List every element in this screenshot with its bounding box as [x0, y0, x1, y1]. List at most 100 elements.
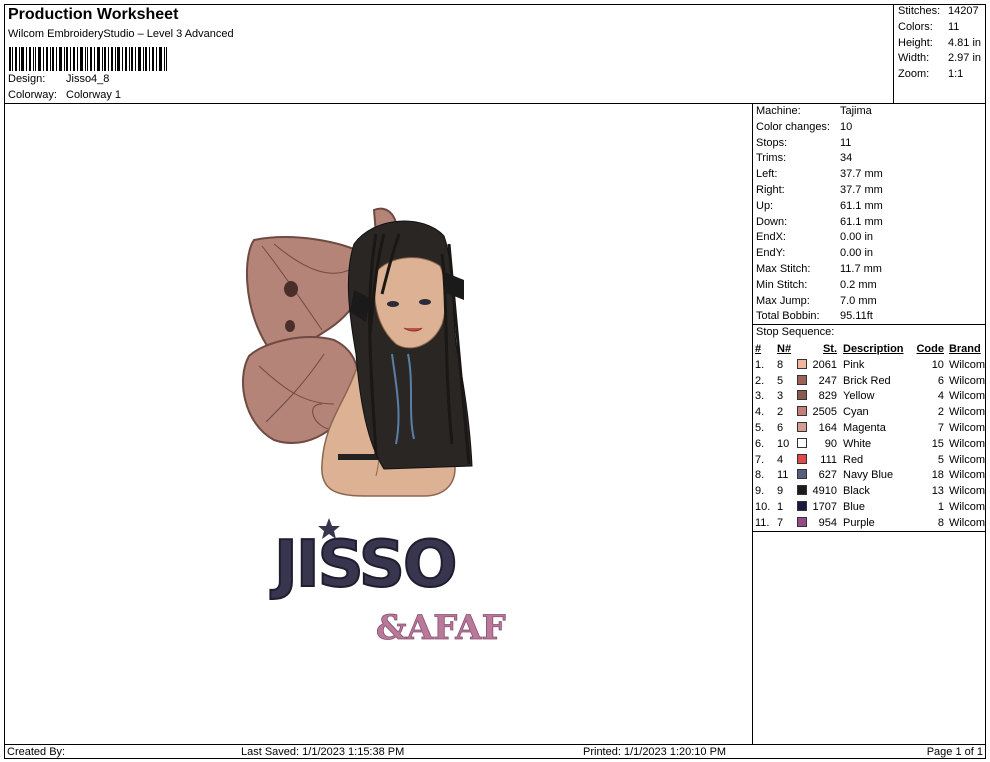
swatch-cell: [796, 357, 808, 373]
col-stitches: St.: [822, 343, 837, 355]
color-code: 1: [937, 501, 944, 514]
needle-number: 7: [777, 516, 784, 529]
stitch-count: 90: [824, 437, 837, 450]
design-preview: JISSO &AFAF: [4, 104, 753, 744]
swatch-cell: [796, 420, 808, 436]
table-row: 8. 11 627 Navy Blue 18 Wilcom: [754, 468, 986, 484]
table-row: 1. 8 2061 Pink 10 Wilcom: [754, 357, 986, 373]
color-swatch: [797, 516, 807, 527]
needle-number: 10: [777, 437, 790, 450]
color-swatch: [797, 485, 807, 496]
color-swatch: [797, 453, 807, 464]
color-swatch: [797, 437, 807, 448]
color-description: Red: [843, 453, 864, 466]
last-saved: Last Saved: 1/1/2023 1:15:38 PM: [241, 746, 405, 758]
col-swatch: [796, 341, 808, 357]
color-description: Brick Red: [843, 374, 891, 387]
table-row: 10. 1 1707 Blue 1 Wilcom: [754, 499, 986, 515]
stat-label: Colors:: [898, 21, 933, 33]
divider: [753, 531, 986, 532]
info-machine: Machine: Tajima: [753, 104, 986, 120]
color-description: Purple: [843, 516, 875, 529]
info-total-bobbin: Total Bobbin: 95.11ft: [753, 309, 986, 325]
design-row: Design: Jisso4_8: [8, 73, 109, 85]
stat-value: 14207: [948, 5, 979, 17]
col-code: Code: [916, 343, 944, 355]
info-label: Right:: [756, 183, 785, 196]
info-value: 95.11ft: [840, 310, 873, 323]
needle-number: 4: [777, 453, 784, 466]
page-title: Production Worksheet: [8, 6, 179, 23]
info-value: Tajima: [840, 105, 872, 117]
color-code: 6: [937, 374, 944, 387]
thread-brand: Wilcom: [948, 390, 985, 403]
thread-brand: Wilcom: [948, 437, 985, 450]
info-label: Stops:: [756, 136, 788, 149]
swatch-cell: [796, 499, 808, 515]
stitch-count: 2061: [812, 358, 837, 371]
stop-number: 9.: [755, 485, 765, 498]
info-value: 34: [840, 152, 853, 165]
worksheet-header: Production Worksheet Wilcom EmbroiderySt…: [4, 4, 894, 104]
stop-number: 11.: [755, 516, 770, 529]
color-swatch: [797, 390, 807, 401]
color-swatch: [797, 358, 807, 369]
needle-number: 9: [777, 485, 784, 498]
stitch-count: 627: [818, 469, 837, 482]
swatch-cell: [796, 452, 808, 468]
col-number: #: [755, 343, 762, 355]
table-row: 3. 3 829 Yellow 4 Wilcom: [754, 389, 986, 405]
stop-number: 5.: [755, 422, 765, 435]
thread-brand: Wilcom: [948, 501, 985, 514]
info-label: Machine:: [756, 105, 801, 117]
stat-label: Height:: [898, 37, 933, 49]
color-swatch: [797, 469, 807, 480]
color-swatch: [797, 501, 807, 512]
thread-brand: Wilcom: [948, 516, 985, 529]
stop-number: 7.: [755, 453, 765, 466]
design-value: Jisso4_8: [66, 73, 110, 85]
info-value: 0.00 in: [840, 247, 874, 260]
software-name: Wilcom EmbroideryStudio – Level 3 Advanc…: [8, 28, 234, 40]
stop-number: 6.: [755, 437, 765, 450]
color-code: 4: [937, 390, 944, 403]
info-color-changes: Color changes: 10: [753, 120, 986, 136]
design-lettering-sub: &AFAF: [376, 608, 506, 648]
color-description: Cyan: [843, 406, 869, 419]
design-lettering-main: JISSO: [270, 528, 455, 602]
stop-sequence-label: Stop Sequence:: [756, 326, 835, 338]
created-by: Created By:: [7, 746, 66, 758]
stitch-count: 164: [818, 422, 837, 435]
color-code: 2: [937, 406, 944, 419]
stitch-count: 1707: [812, 501, 837, 514]
color-code: 5: [937, 453, 944, 466]
stat-label: Zoom:: [898, 68, 930, 80]
table-row: 4. 2 2505 Cyan 2 Wilcom: [754, 404, 986, 420]
color-swatch: [797, 422, 807, 433]
swatch-cell: [796, 373, 808, 389]
color-description: White: [843, 437, 872, 450]
info-label: Trims:: [756, 152, 787, 165]
color-swatch: [797, 406, 807, 417]
stat-label: Width:: [898, 52, 930, 64]
info-right: Right: 37.7 mm: [753, 183, 986, 199]
info-value: 7.0 mm: [840, 294, 877, 307]
info-label: Color changes:: [756, 120, 830, 133]
color-description: Magenta: [843, 422, 886, 435]
col-description: Description: [843, 343, 904, 355]
stat-value: 1:1: [948, 68, 964, 80]
info-value: 10: [840, 120, 853, 133]
stop-number: 10.: [755, 501, 771, 514]
swatch-cell: [796, 468, 808, 484]
table-row: 7. 4 111 Red 5 Wilcom: [754, 452, 986, 468]
stat-height: Height: 4.81 in: [898, 37, 981, 49]
swatch-cell: [796, 404, 808, 420]
info-stops: Stops: 11: [753, 136, 986, 152]
page-number: Page 1 of 1: [926, 746, 983, 758]
col-needle: N#: [777, 343, 792, 355]
color-code: 18: [931, 469, 944, 482]
needle-number: 1: [777, 501, 784, 514]
stat-value: 2.97 in: [948, 52, 982, 64]
stat-value: 11: [948, 21, 960, 33]
thread-brand: Wilcom: [948, 453, 985, 466]
